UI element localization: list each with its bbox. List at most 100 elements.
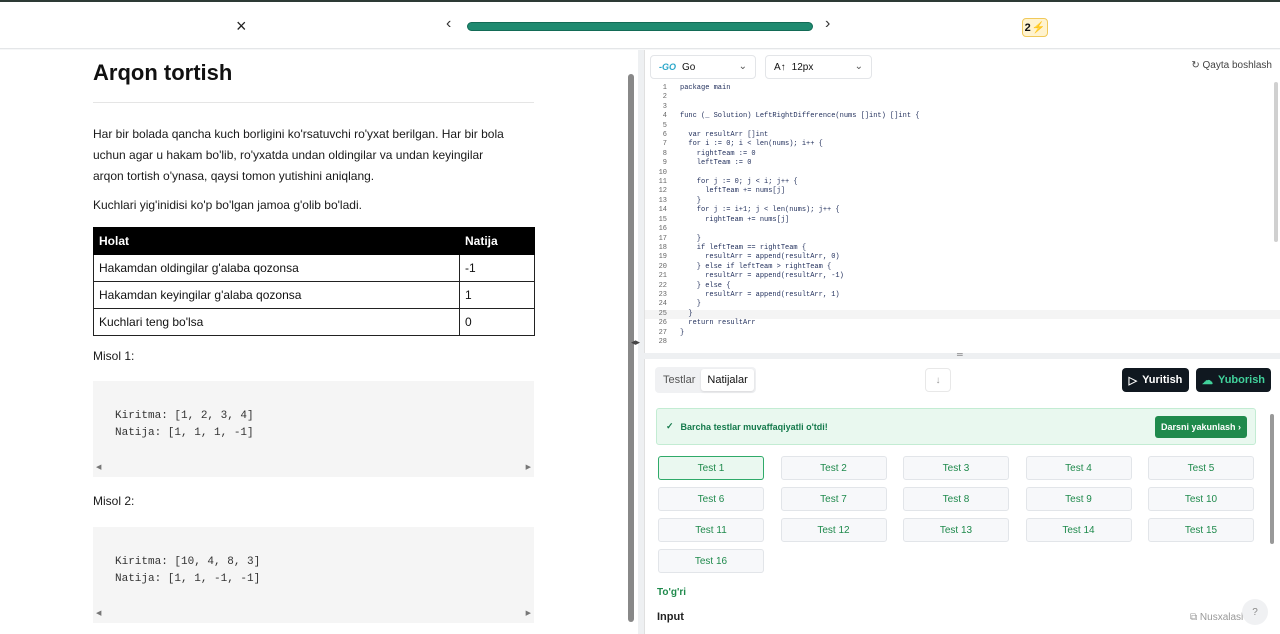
code-line[interactable]: 1 package main xyxy=(645,84,1280,93)
chevron-left-icon[interactable]: ‹ xyxy=(446,15,451,33)
code-line[interactable]: 16 xyxy=(645,225,1280,234)
results-scrollbar[interactable] xyxy=(1270,414,1274,544)
code-line[interactable]: 23 resultArr = append(resultArr, 1) xyxy=(645,291,1280,300)
chevron-right-icon[interactable]: › xyxy=(825,15,830,33)
code-text[interactable]: } xyxy=(667,300,701,309)
code-text[interactable] xyxy=(667,103,680,112)
code-text[interactable]: return resultArr xyxy=(667,319,755,328)
tab-results[interactable]: Natijalar xyxy=(701,369,754,391)
code-text[interactable]: rightTeam += nums[j] xyxy=(667,216,789,225)
code-text[interactable] xyxy=(667,338,680,347)
close-icon[interactable]: × xyxy=(236,16,247,37)
code-text[interactable]: for j := i+1; j < len(nums); j++ { xyxy=(667,206,840,215)
code-line[interactable]: 19 resultArr = append(resultArr, 0) xyxy=(645,253,1280,262)
submit-button[interactable]: ☁ Yuborish xyxy=(1196,368,1271,392)
code-line[interactable]: 20 } else if leftTeam > rightTeam { xyxy=(645,263,1280,272)
code-text[interactable]: resultArr = append(resultArr, -1) xyxy=(667,272,844,281)
code-text[interactable]: } xyxy=(667,235,701,244)
code-text[interactable]: func (_ Solution) LeftRightDifference(nu… xyxy=(667,112,919,121)
code-text[interactable]: } xyxy=(667,197,701,206)
code-line[interactable]: 18 if leftTeam == rightTeam { xyxy=(645,244,1280,253)
code-text[interactable]: var resultArr []int xyxy=(667,131,768,140)
code-lines[interactable]: 1 package main 2 3 4 func (_ Solution) LeftRi… xyxy=(645,84,1280,347)
code-line[interactable]: 4 func (_ Solution) LeftRightDifference(n… xyxy=(645,112,1280,121)
finish-lesson-button[interactable]: Darsni yakunlash › xyxy=(1155,416,1247,438)
run-button[interactable]: ▷ Yuritish xyxy=(1122,368,1189,392)
code-line[interactable]: 13 } xyxy=(645,197,1280,206)
code-line[interactable]: 25 } xyxy=(645,309,1280,320)
resize-handle-icon[interactable]: ═ xyxy=(957,350,963,359)
line-number: 21 xyxy=(658,272,667,281)
test-case-button[interactable]: Test 6 xyxy=(658,487,764,511)
code-text[interactable]: resultArr = append(resultArr, 0) xyxy=(667,253,839,262)
code-line[interactable]: 11 for j := 0; j < i; j++ { xyxy=(645,178,1280,187)
language-value: Go xyxy=(682,61,696,73)
code-line[interactable]: 2 xyxy=(645,93,1280,102)
code-line[interactable]: 5 xyxy=(645,122,1280,131)
code-line[interactable]: 15 rightTeam += nums[j] xyxy=(645,216,1280,225)
test-case-button[interactable]: Test 8 xyxy=(903,487,1009,511)
test-case-button[interactable]: Test 5 xyxy=(1148,456,1254,480)
help-button[interactable]: ? xyxy=(1242,599,1268,625)
code-text[interactable]: if leftTeam == rightTeam { xyxy=(667,244,806,253)
test-case-button[interactable]: Test 3 xyxy=(903,456,1009,480)
code-line[interactable]: 27} xyxy=(645,329,1280,338)
code-text[interactable]: } else { xyxy=(667,282,731,291)
code-line[interactable]: 9 leftTeam := 0 xyxy=(645,159,1280,168)
test-case-button[interactable]: Test 16 xyxy=(658,549,764,573)
test-case-button[interactable]: Test 12 xyxy=(780,518,887,542)
code-text[interactable]: for i := 0; i < len(nums); i++ { xyxy=(667,140,822,149)
scroll-left-icon[interactable]: ◀ xyxy=(96,460,101,477)
horizontal-scrollbar[interactable]: ◀ ▶ xyxy=(93,464,534,477)
resize-handle-icon[interactable]: ◂▸ xyxy=(631,337,640,348)
code-text[interactable]: leftTeam := 0 xyxy=(667,159,752,168)
test-case-button[interactable]: Test 1 xyxy=(658,456,764,480)
code-line[interactable]: 14 for j := i+1; j < len(nums); j++ { xyxy=(645,206,1280,215)
test-case-button[interactable]: Test 9 xyxy=(1025,487,1132,511)
editor-scrollbar[interactable] xyxy=(1274,82,1278,242)
test-case-button[interactable]: Test 15 xyxy=(1148,518,1254,542)
scroll-right-icon[interactable]: ▶ xyxy=(526,460,531,477)
reset-button[interactable]: ↻ Qayta boshlash xyxy=(1191,60,1272,71)
code-text[interactable]: for j := 0; j < i; j++ { xyxy=(667,178,798,187)
test-case-button[interactable]: Test 10 xyxy=(1148,487,1254,511)
test-case-button[interactable]: Test 4 xyxy=(1025,456,1132,480)
test-case-button[interactable]: Test 13 xyxy=(903,518,1009,542)
code-line[interactable]: 24 } xyxy=(645,300,1280,309)
language-select[interactable]: -GO Go ⌄ xyxy=(650,55,756,79)
copy-button[interactable]: ⧉ Nusxalash xyxy=(1190,612,1247,623)
scroll-right-icon[interactable]: ▶ xyxy=(526,606,531,623)
test-case-button[interactable]: Test 7 xyxy=(780,487,887,511)
code-text[interactable] xyxy=(667,225,680,234)
code-text[interactable]: package main xyxy=(667,84,730,93)
code-line[interactable]: 10 xyxy=(645,169,1280,178)
code-line[interactable]: 7 for i := 0; i < len(nums); i++ { xyxy=(645,140,1280,149)
code-line[interactable]: 3 xyxy=(645,103,1280,112)
code-text[interactable]: } xyxy=(667,329,684,338)
code-text[interactable] xyxy=(667,169,680,178)
code-line[interactable]: 26 return resultArr xyxy=(645,319,1280,328)
horizontal-scrollbar[interactable]: ◀ ▶ xyxy=(93,610,534,623)
code-line[interactable]: 21 resultArr = append(resultArr, -1) xyxy=(645,272,1280,281)
code-text[interactable]: rightTeam := 0 xyxy=(667,150,756,159)
tab-tests[interactable]: Testlar xyxy=(657,369,701,391)
code-text[interactable] xyxy=(667,122,680,131)
code-line[interactable]: 22 } else { xyxy=(645,282,1280,291)
test-case-button[interactable]: Test 14 xyxy=(1025,518,1132,542)
test-case-button[interactable]: Test 2 xyxy=(780,456,887,480)
scroll-left-icon[interactable]: ◀ xyxy=(96,606,101,623)
code-line[interactable]: 6 var resultArr []int xyxy=(645,131,1280,140)
font-size-select[interactable]: A↑ 12px ⌄ xyxy=(765,55,872,79)
code-text[interactable] xyxy=(667,93,680,102)
code-line[interactable]: 8 rightTeam := 0 xyxy=(645,150,1280,159)
code-text[interactable]: leftTeam += nums[j] xyxy=(667,187,785,196)
vertical-scrollbar[interactable] xyxy=(628,74,634,622)
test-case-button[interactable]: Test 11 xyxy=(658,518,764,542)
code-text[interactable]: } else if leftTeam > rightTeam { xyxy=(667,263,831,272)
code-line[interactable]: 28 xyxy=(645,338,1280,347)
code-text[interactable]: } xyxy=(667,310,692,319)
code-line[interactable]: 17 } xyxy=(645,235,1280,244)
code-line[interactable]: 12 leftTeam += nums[j] xyxy=(645,187,1280,196)
download-icon[interactable]: ↓ xyxy=(925,368,951,392)
code-text[interactable]: resultArr = append(resultArr, 1) xyxy=(667,291,839,300)
